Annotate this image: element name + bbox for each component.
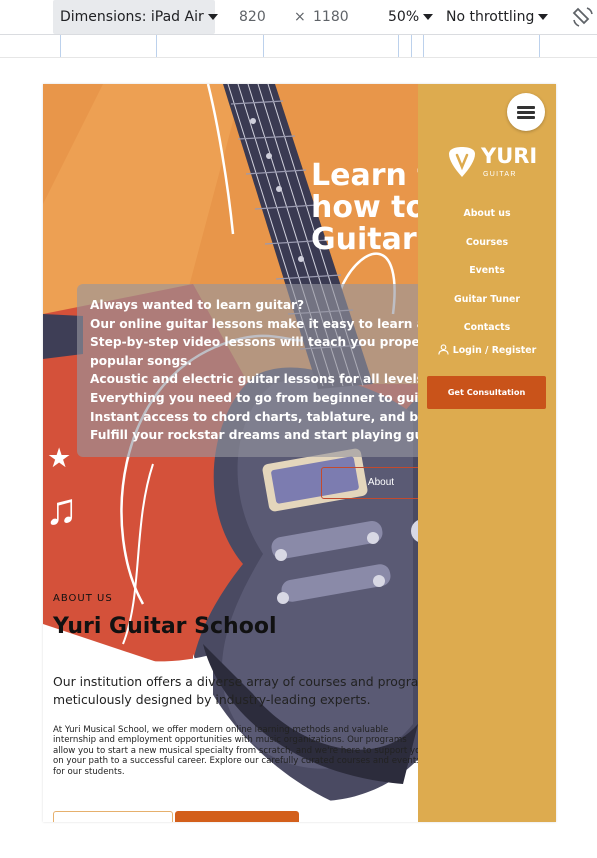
media-query-ruler (0, 35, 597, 58)
login-label: Login / Register (452, 345, 537, 356)
device-dropdown[interactable]: Dimensions: iPad Air (53, 0, 218, 34)
about-lead: Our institution offers a diverse array o… (53, 673, 425, 709)
device-label: Dimensions: iPad Air (60, 9, 204, 25)
menu-item-guitar-tuner[interactable]: Guitar Tuner (418, 294, 556, 305)
width-input[interactable]: 820 (239, 0, 266, 34)
about-text-line: internship and employment opportunities … (53, 735, 407, 746)
throttling-label: No throttling (446, 9, 535, 25)
page-frame: Learn to how to Guitar Always wanted to … (43, 84, 556, 822)
about-lead-line: meticulously designed by industry-leadin… (53, 692, 371, 707)
primary-button[interactable] (175, 811, 299, 822)
rotate-icon[interactable] (571, 5, 595, 29)
menu-item-courses[interactable]: Courses (418, 237, 556, 248)
hamburger-menu-button[interactable] (507, 93, 545, 131)
about-kicker: ABOUT US (53, 593, 113, 604)
about-lead-line: Our institution offers a diverse array o… (53, 674, 425, 689)
guitar-pick-icon (449, 147, 475, 177)
secondary-button[interactable] (53, 811, 173, 822)
chevron-down-icon (423, 14, 434, 20)
about-text-line: on your path to a successful career. Exp… (53, 756, 421, 767)
times-sign: × (294, 9, 306, 25)
throttling-dropdown[interactable]: No throttling (446, 0, 549, 34)
menu-item-events[interactable]: Events (418, 265, 556, 276)
chevron-down-icon (207, 14, 218, 20)
user-icon (438, 344, 449, 355)
devtools-toolbar: Dimensions: iPad Air 820 × 1180 50% No t… (0, 0, 597, 35)
menu-item-about-us[interactable]: About us (418, 208, 556, 219)
height-input[interactable]: 1180 (313, 0, 349, 34)
zoom-dropdown[interactable]: 50% (388, 0, 434, 34)
zoom-label: 50% (388, 9, 420, 25)
about-text-line: for our students. (53, 766, 125, 777)
star-icon: ★ (47, 443, 72, 473)
chevron-down-icon (538, 14, 549, 20)
about-title: Yuri Guitar School (53, 614, 277, 639)
about-text-line: At Yuri Musical School, we offer modern … (53, 725, 389, 735)
login-register-link[interactable]: Login / Register (418, 344, 556, 356)
side-menu: YURI GUITAR About us Courses Events Guit… (418, 84, 556, 822)
music-note-icon: ♫ (45, 485, 78, 534)
logo-subtitle: GUITAR (483, 171, 517, 178)
about-text-line: allow you to start a new musical special… (53, 745, 425, 756)
get-consultation-button[interactable]: Get Consultation (427, 376, 546, 409)
logo-word: YURI (481, 144, 538, 168)
about-text: At Yuri Musical School, we offer modern … (53, 725, 425, 777)
site-logo[interactable]: YURI GUITAR (448, 144, 538, 182)
menu-item-contacts[interactable]: Contacts (418, 322, 556, 333)
